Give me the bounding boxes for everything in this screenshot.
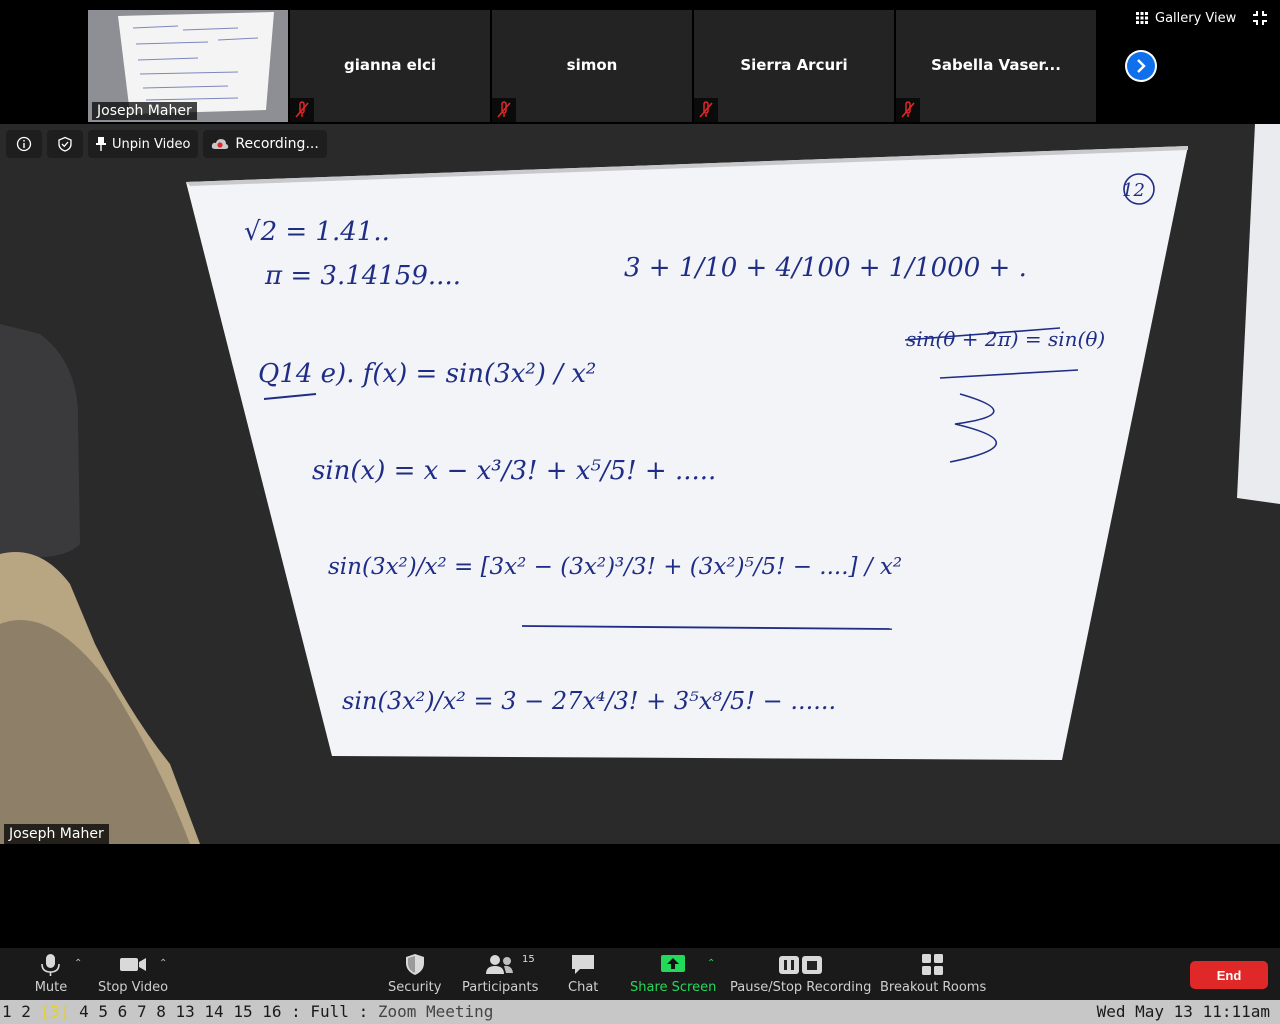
breakout-rooms-label: Breakout Rooms <box>880 980 987 995</box>
window-title: Zoom Meeting <box>377 1002 494 1021</box>
workspace-7[interactable]: 7 <box>137 1002 147 1021</box>
layout-indicator: : Full : <box>291 1002 378 1021</box>
wb-line-question: Q14 e). f(x) = sin(3x²) / x² <box>258 359 596 389</box>
participant-tile[interactable]: gianna elci <box>290 10 490 122</box>
fullscreen-icon[interactable] <box>1253 10 1267 25</box>
wb-line-sqrt2: √2 = 1.41.. <box>244 217 390 247</box>
participant-name: Sierra Arcuri <box>740 56 848 74</box>
audio-options-caret-icon[interactable]: ⌃ <box>74 958 82 969</box>
pause-stop-recording-label: Pause/Stop Recording <box>730 980 872 995</box>
muted-mic-icon <box>694 98 718 122</box>
muted-mic-icon <box>896 98 920 122</box>
breakout-rooms-icon <box>922 954 944 975</box>
wb-line-pi-expansion: 3 + 1/10 + 4/100 + 1/1000 + . <box>624 253 1027 283</box>
security-button[interactable]: Security <box>388 952 441 995</box>
pause-stop-recording-button[interactable]: Pause/Stop Recording <box>730 952 871 995</box>
chat-bubble-icon <box>572 955 595 974</box>
security-label: Security <box>388 980 442 995</box>
workspace-13[interactable]: 13 <box>176 1002 195 1021</box>
breakout-rooms-button[interactable]: Breakout Rooms <box>880 952 986 995</box>
stop-video-button[interactable]: Stop Video <box>98 952 168 995</box>
unpin-video-button[interactable]: Unpin Video <box>88 130 199 158</box>
participant-tile[interactable]: Sabella Vaser... <box>896 10 1096 122</box>
share-screen-button[interactable]: Share Screen <box>630 952 716 995</box>
gallery-view-label: Gallery View <box>1155 10 1237 26</box>
microphone-icon <box>41 954 60 976</box>
chat-button[interactable]: Chat <box>568 952 598 995</box>
wb-line-sin-series: sin(x) = x − x³/3! + x⁵/5! + ..... <box>312 456 716 486</box>
workspace-6[interactable]: 6 <box>118 1002 128 1021</box>
gallery-view-button[interactable]: Gallery View <box>1136 9 1236 27</box>
participant-tile[interactable]: simon <box>492 10 692 122</box>
whiteboard-video-frame: 12 √2 = 1.41.. π = 3.14159.... 3 + 1/10 … <box>0 124 1280 844</box>
clock: Wed May 13 11:11am <box>1096 1002 1270 1021</box>
cloud-recording-icon <box>212 139 229 149</box>
chat-label: Chat <box>568 980 599 995</box>
workspace-14[interactable]: 14 <box>204 1002 223 1021</box>
share-options-caret-icon[interactable]: ⌃ <box>707 958 715 969</box>
muted-mic-icon <box>492 98 516 122</box>
pause-stop-icon <box>778 956 822 974</box>
participants-label: Participants <box>462 980 539 995</box>
shield-check-icon <box>58 136 72 152</box>
self-video-tile[interactable]: Joseph Maher <box>88 10 288 122</box>
share-screen-icon <box>661 955 686 972</box>
grid-icon <box>1136 12 1148 24</box>
workspace-1[interactable]: 1 <box>2 1002 12 1021</box>
end-meeting-button[interactable]: End <box>1190 961 1268 989</box>
window-manager-statusbar: 1 2 [3] 4 5 6 7 8 13 14 15 16 : Full : Z… <box>0 1000 1280 1024</box>
gallery-strip: Joseph Maher gianna elci simon Sierra Ar… <box>0 0 1280 124</box>
workspace-15[interactable]: 15 <box>233 1002 252 1021</box>
share-screen-label: Share Screen <box>630 980 717 995</box>
wb-line-pi: π = 3.14159.... <box>264 261 461 291</box>
meeting-controls: Mute ⌃ Stop Video ⌃ Security Participant… <box>0 948 1280 1000</box>
recording-label: Recording... <box>235 136 319 152</box>
video-toolbar: Unpin Video Recording... <box>6 130 327 158</box>
video-camera-icon <box>120 958 147 971</box>
muted-mic-icon <box>290 98 314 122</box>
workspace-2[interactable]: 2 <box>21 1002 31 1021</box>
workspace-4[interactable]: 4 <box>79 1002 89 1021</box>
participants-count-badge: 15 <box>522 954 535 965</box>
self-name-label: Joseph Maher <box>92 102 197 120</box>
mute-button[interactable]: Mute <box>34 952 68 995</box>
shield-icon <box>405 954 424 975</box>
wb-line-substitution: sin(3x²)/x² = [3x² − (3x²)³/3! + (3x²)⁵/… <box>328 554 902 580</box>
workspace-16[interactable]: 16 <box>262 1002 281 1021</box>
info-button[interactable] <box>6 130 42 158</box>
participant-name: Sabella Vaser... <box>931 56 1061 74</box>
pin-icon <box>96 137 106 151</box>
workspace-list: 1 2 [3] 4 5 6 7 8 13 14 15 16 : Full : Z… <box>2 1002 493 1021</box>
speaker-name-label: Joseph Maher <box>4 824 109 844</box>
chevron-right-icon <box>1127 52 1155 80</box>
info-icon <box>16 136 32 152</box>
wb-line-identity: sin(θ + 2π) = sin(θ) <box>906 327 1105 351</box>
participant-tile[interactable]: Sierra Arcuri <box>694 10 894 122</box>
wb-line-result: sin(3x²)/x² = 3 − 27x⁴/3! + 3⁵x⁸/5! − ..… <box>342 687 836 715</box>
workspace-5[interactable]: 5 <box>98 1002 108 1021</box>
participant-name: gianna elci <box>343 56 437 74</box>
stop-video-label: Stop Video <box>98 980 169 995</box>
workspace-3[interactable]: [3] <box>41 1002 70 1021</box>
encryption-button[interactable] <box>47 130 83 158</box>
video-options-caret-icon[interactable]: ⌃ <box>159 958 167 969</box>
participant-name: simon <box>566 56 618 74</box>
main-video: 12 √2 = 1.41.. π = 3.14159.... 3 + 1/10 … <box>0 124 1280 844</box>
mute-label: Mute <box>34 980 68 995</box>
recording-indicator[interactable]: Recording... <box>203 130 327 158</box>
unpin-video-label: Unpin Video <box>112 136 191 152</box>
workspace-8[interactable]: 8 <box>156 1002 166 1021</box>
next-page-button[interactable] <box>1125 50 1157 82</box>
